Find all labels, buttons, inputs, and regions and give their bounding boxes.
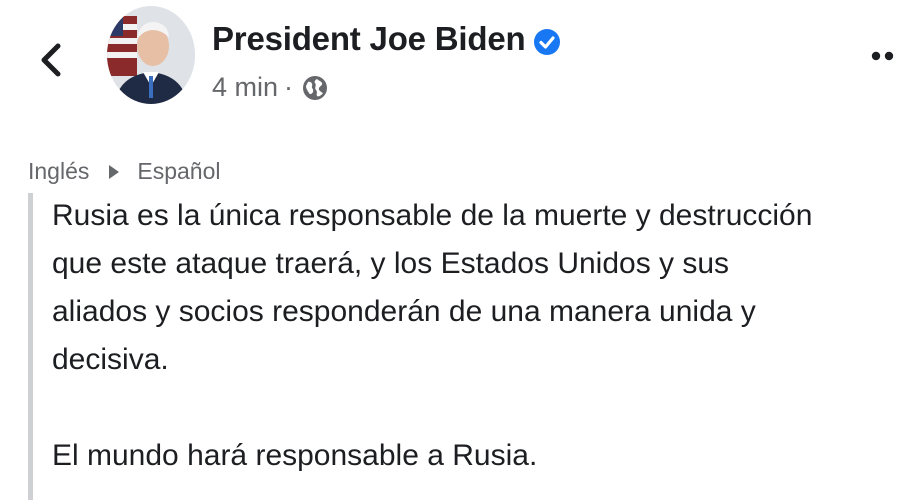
source-language[interactable]: Inglés <box>28 158 89 185</box>
post-closing-line: El mundo hará responsable a Rusia. <box>52 439 538 472</box>
chevron-left-icon <box>41 43 61 77</box>
post-line: Rusia es la única responsable de la muer… <box>52 199 813 232</box>
post-meta: 4 min · <box>212 72 329 103</box>
quote-bar <box>28 193 33 500</box>
target-language[interactable]: Español <box>137 158 220 185</box>
post-line: aliados y socios responderán de una mane… <box>52 295 756 328</box>
back-button[interactable] <box>36 40 66 80</box>
author-name[interactable]: President Joe Biden <box>212 20 526 58</box>
verified-badge-icon <box>534 29 560 55</box>
translate-arrow-icon <box>109 164 120 179</box>
post-timestamp[interactable]: 4 min <box>212 72 278 103</box>
more-options-button[interactable] <box>870 46 898 66</box>
globe-icon[interactable] <box>301 74 329 102</box>
profile-photo <box>107 6 195 104</box>
post-line: que este ataque traerá, y los Estados Un… <box>52 247 730 280</box>
post-line: decisiva. <box>52 343 169 376</box>
avatar[interactable] <box>107 6 195 104</box>
meta-separator: · <box>284 72 294 102</box>
post-text: Rusia es la única responsable de la muer… <box>52 192 898 480</box>
more-options-icon <box>871 51 894 61</box>
translation-bar: Inglés Español <box>28 158 221 185</box>
